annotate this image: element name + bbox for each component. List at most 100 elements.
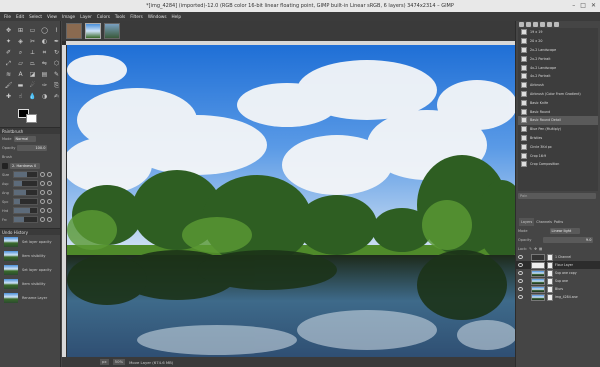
brush-item[interactable]: 19 x 19 (518, 28, 598, 37)
undo-item[interactable]: Rename Layer (0, 291, 60, 305)
menu-layer[interactable]: Layer (80, 12, 92, 21)
heal-tool-icon[interactable]: ✚ (4, 93, 13, 101)
link-icon[interactable] (47, 190, 52, 195)
eye-icon[interactable] (518, 279, 523, 283)
menu-file[interactable]: File (4, 12, 11, 21)
blur-tool-icon[interactable]: 💧 (28, 93, 37, 101)
bucket-fill-tool-icon[interactable]: ◪ (28, 71, 37, 79)
reset-icon[interactable] (40, 208, 45, 213)
mode-dropdown[interactable]: Normal (13, 135, 36, 142)
brush-item[interactable]: 4x-2 Landscape (518, 63, 598, 72)
align-tool-icon[interactable]: ⊞ (16, 27, 25, 35)
lock-pixels-icon[interactable]: ✎ (529, 247, 532, 251)
menu-tools[interactable]: Tools (115, 12, 125, 21)
zoom-tool-icon[interactable]: ⌕ (16, 49, 25, 57)
pencil-tool-icon[interactable]: ✎ (52, 71, 61, 79)
measure-tool-icon[interactable]: ⟂ (28, 49, 37, 57)
paths-tool-icon[interactable]: ✒ (52, 38, 61, 46)
docs-tab-icon[interactable] (554, 22, 559, 27)
image-canvas[interactable] (67, 45, 515, 357)
brush-item[interactable]: Airbrush (Color From Gradient) (518, 90, 598, 99)
brush-item[interactable]: Bristles (518, 134, 598, 143)
undo-item[interactable]: Set layer opacity (0, 235, 60, 249)
gradients-tab-icon[interactable] (540, 22, 545, 27)
slider-track[interactable] (13, 207, 38, 214)
unit-select[interactable]: px (100, 359, 109, 365)
foreground-select-tool-icon[interactable]: ◐ (40, 38, 49, 46)
layer-row[interactable]: Sup one (516, 277, 600, 285)
layer-mode-dropdown[interactable]: Linear light (549, 227, 580, 234)
scissors-tool-icon[interactable]: ✂ (28, 38, 37, 46)
slider-track[interactable] (13, 198, 38, 205)
brush-item[interactable]: Crop 16:9 (518, 151, 598, 160)
ellipse-select-tool-icon[interactable]: ◯ (40, 27, 49, 35)
zoom-select[interactable]: 50% (112, 359, 126, 365)
brush-item[interactable]: Crop Composition (518, 160, 598, 169)
text-tool-icon[interactable]: A (16, 71, 25, 79)
brush-preview[interactable] (2, 162, 8, 169)
flip-tool-icon[interactable]: ⇋ (40, 60, 49, 68)
background-color-swatch[interactable] (26, 114, 37, 123)
free-select-tool-icon[interactable]: ⌇ (52, 27, 61, 35)
close-icon[interactable]: ✕ (591, 2, 596, 10)
menu-windows[interactable]: Windows (148, 12, 167, 21)
slider-track[interactable] (13, 216, 38, 223)
layer-row[interactable]: Blurs (516, 285, 600, 293)
cage-tool-icon[interactable]: ⬡ (52, 60, 61, 68)
move-tool-icon[interactable]: ✥ (4, 27, 13, 35)
menu-view[interactable]: View (47, 12, 57, 21)
menu-edit[interactable]: Edit (16, 12, 24, 21)
undo-item[interactable]: Item visibility (0, 277, 60, 291)
reset-icon[interactable] (40, 181, 45, 186)
brush-item[interactable]: 2x-2 Landscape (518, 46, 598, 55)
ink-tool-icon[interactable]: ✑ (40, 82, 49, 90)
reset-icon[interactable] (40, 190, 45, 195)
tab-layers[interactable]: Layers (519, 218, 535, 226)
link-icon[interactable] (47, 208, 52, 213)
color-select-tool-icon[interactable]: ◈ (16, 38, 25, 46)
tab-paths[interactable]: Paths (554, 218, 563, 226)
perspective-tool-icon[interactable]: ⏢ (28, 60, 37, 68)
layer-opacity-field[interactable]: 9.0 (543, 236, 594, 243)
layer-row[interactable]: 1 Channel (516, 253, 600, 261)
brushes-tab-icon[interactable] (519, 22, 524, 27)
crop-tool-icon[interactable]: ⌗ (40, 49, 49, 57)
shear-tool-icon[interactable]: ▱ (16, 60, 25, 68)
opacity-field[interactable]: 100.0 (17, 144, 48, 151)
brush-item[interactable]: 4x-2 Portrait (518, 72, 598, 81)
palettes-tab-icon[interactable] (547, 22, 552, 27)
slider-track[interactable] (13, 189, 38, 196)
slider-track[interactable] (13, 171, 38, 178)
smudge-tool-icon[interactable]: ☝ (16, 93, 25, 101)
tab-channels[interactable]: Channels (536, 218, 552, 226)
layer-row[interactable]: Flour Layer (516, 261, 600, 269)
layer-row[interactable]: img_4284.arw (516, 293, 600, 301)
slider-track[interactable] (13, 180, 38, 187)
menu-select[interactable]: Select (29, 12, 42, 21)
dodge-tool-icon[interactable]: ◑ (40, 93, 49, 101)
reset-icon[interactable] (40, 217, 45, 222)
link-icon[interactable] (47, 172, 52, 177)
rotate-tool-icon[interactable]: ↻ (52, 49, 61, 57)
brush-name-field[interactable]: 2. Hardness 0 (10, 162, 40, 169)
fuzzy-select-tool-icon[interactable]: ✦ (4, 38, 13, 46)
lock-position-icon[interactable]: ✥ (534, 247, 537, 251)
vertical-ruler[interactable] (62, 45, 66, 357)
gradient-tool-icon[interactable]: ▤ (40, 71, 49, 79)
link-icon[interactable] (47, 217, 52, 222)
brush-item[interactable]: Basic Round (518, 107, 598, 116)
mypaint-tool-icon[interactable]: ✍ (52, 93, 61, 101)
brush-item[interactable]: Blue Pen (Multiply) (518, 125, 598, 134)
fonts-tab-icon[interactable] (533, 22, 538, 27)
canvas-area[interactable] (62, 41, 515, 357)
image-tab-lake[interactable] (104, 23, 120, 39)
minimize-icon[interactable]: – (572, 2, 575, 10)
rect-select-tool-icon[interactable]: ▭ (28, 27, 37, 35)
link-icon[interactable] (47, 199, 52, 204)
brush-item[interactable]: Basic Round Detail (518, 115, 598, 125)
eye-icon[interactable] (518, 287, 523, 291)
brush-item[interactable]: Airbrush (518, 81, 598, 90)
eye-icon[interactable] (518, 255, 523, 259)
eye-icon[interactable] (518, 295, 523, 299)
menu-image[interactable]: Image (62, 12, 75, 21)
